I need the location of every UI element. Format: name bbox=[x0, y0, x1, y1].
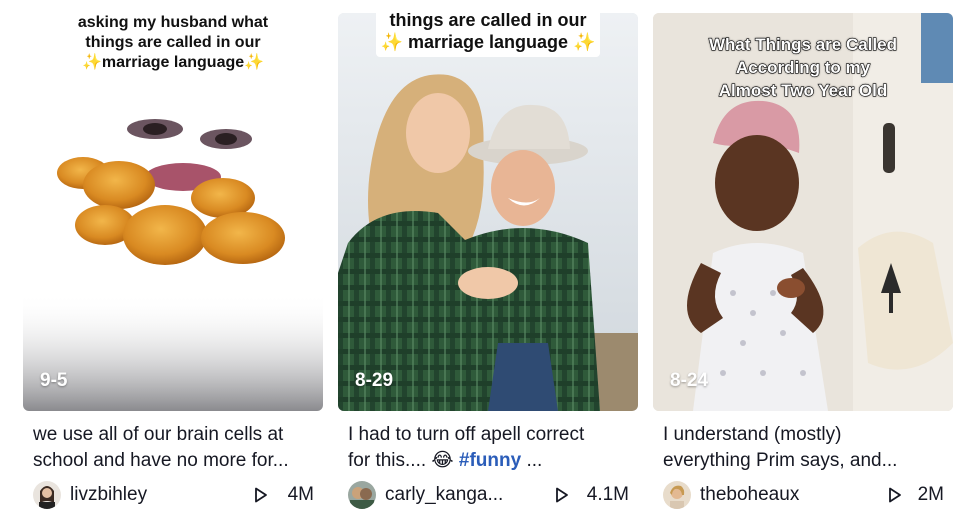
username[interactable]: carly_kanga... bbox=[385, 484, 503, 506]
overlay-line: ✨marriage language✨ bbox=[81, 54, 265, 71]
video-thumbnail[interactable]: things are called in our ✨ marriage lang… bbox=[338, 13, 638, 411]
avatar[interactable] bbox=[663, 481, 691, 509]
hashtag-link[interactable]: #funny bbox=[459, 450, 521, 471]
view-count: 4.1M bbox=[586, 484, 629, 505]
laughing-emoji: 😂 bbox=[431, 450, 454, 471]
video-meta: carly_kanga... 4.1M bbox=[348, 481, 633, 509]
description-line: everything Prim says, and... bbox=[663, 450, 898, 471]
video-meta: livzbihley 4M bbox=[33, 481, 318, 509]
date-badge: 9-5 bbox=[40, 370, 68, 391]
video-card[interactable]: things are called in our ✨ marriage lang… bbox=[338, 0, 638, 522]
video-card[interactable]: asking my husband what things are called… bbox=[23, 0, 323, 522]
description-text: for this.... bbox=[348, 450, 427, 471]
video-thumbnail[interactable]: What Things are Called According to my A… bbox=[653, 13, 953, 411]
video-card[interactable]: What Things are Called According to my A… bbox=[653, 0, 953, 522]
video-description[interactable]: I understand (mostly) everything Prim sa… bbox=[663, 422, 948, 474]
username[interactable]: theboheaux bbox=[700, 484, 799, 506]
avatar[interactable] bbox=[33, 481, 61, 509]
username[interactable]: livzbihley bbox=[70, 484, 147, 506]
play-icon bbox=[889, 487, 901, 503]
video-thumbnail[interactable]: asking my husband what things are called… bbox=[23, 13, 323, 411]
video-overlay-text: things are called in our ✨ marriage lang… bbox=[376, 13, 600, 57]
description-line: school and have no more for... bbox=[33, 450, 289, 471]
video-grid: asking my husband what things are called… bbox=[0, 0, 976, 522]
video-description[interactable]: we use all of our brain cells at school … bbox=[33, 422, 318, 474]
date-badge: 8-29 bbox=[355, 370, 394, 391]
overlay-line: ✨ marriage language ✨ bbox=[380, 32, 596, 52]
view-count: 2M bbox=[917, 484, 944, 505]
description-line: for this.... 😂 #funny ... bbox=[348, 448, 633, 474]
overlay-line: According to my bbox=[735, 57, 871, 77]
description-line: I understand (mostly) bbox=[663, 424, 842, 445]
video-overlay-text: asking my husband what things are called… bbox=[23, 13, 323, 73]
play-icon bbox=[556, 487, 568, 503]
overlay-line: things are called in our bbox=[85, 34, 261, 51]
avatar[interactable] bbox=[348, 481, 376, 509]
description-line: I had to turn off apell correct bbox=[348, 424, 585, 445]
overlay-line: things are called in our bbox=[389, 13, 587, 30]
couple-image bbox=[338, 13, 638, 411]
description-ellipsis: ... bbox=[526, 450, 543, 471]
video-overlay-text: What Things are Called According to my A… bbox=[653, 33, 953, 102]
video-meta: theboheaux 2M bbox=[663, 481, 948, 509]
description-line: we use all of our brain cells at bbox=[33, 424, 284, 445]
overlay-line: What Things are Called bbox=[708, 34, 897, 54]
overlay-line: Almost Two Year Old bbox=[718, 80, 888, 100]
video-description[interactable]: I had to turn off apell correct for this… bbox=[348, 422, 633, 474]
date-badge: 8-24 bbox=[670, 370, 709, 391]
view-count: 4M bbox=[287, 484, 314, 505]
overlay-line: asking my husband what bbox=[77, 14, 269, 31]
play-icon bbox=[255, 487, 267, 503]
